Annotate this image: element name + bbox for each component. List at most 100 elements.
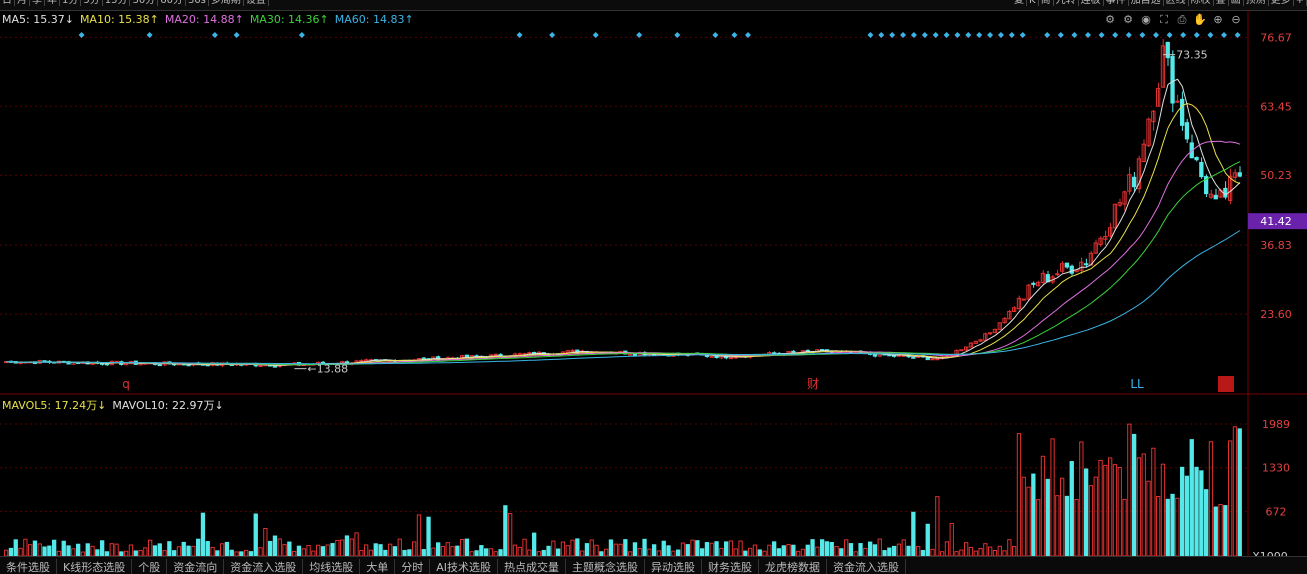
gear-icon[interactable]: ⚙	[1121, 13, 1135, 27]
period-button-0[interactable]: 日	[0, 0, 15, 6]
tool-button-11[interactable]: 预测	[1244, 0, 1269, 6]
chart-canvas[interactable]: 76.67 63.45 50.23 36.83 23.60 41.42 1989 1330 67…	[0, 10, 1307, 556]
tool-button-3[interactable]: 九转	[1054, 0, 1079, 6]
bottom-tabs: 条件选股 K线形态选股 个股 资金流向 资金流入选股 均线选股 大单 分时 AI技术选股 热点成交…	[0, 556, 1307, 574]
volume-bar	[426, 516, 431, 556]
hand-icon[interactable]: ✋	[1193, 13, 1207, 27]
volume-bar	[1136, 457, 1142, 556]
volume-bar	[714, 541, 719, 556]
tool-button-10[interactable]: 画	[1229, 0, 1244, 6]
tool-button-0[interactable]: 复	[1012, 0, 1028, 6]
volume-bar	[397, 538, 402, 556]
tool-button-7[interactable]: 区线	[1164, 0, 1189, 6]
volume-bar	[484, 548, 489, 556]
volume-bar	[61, 540, 66, 556]
price-ma-legend: MA5: 15.37↓ MA10: 15.38↑ MA20: 14.88↑ MA30:…	[2, 13, 420, 26]
volume-bar	[911, 511, 916, 556]
candle-body	[1165, 41, 1170, 59]
tool-button-8[interactable]: 除权	[1189, 0, 1214, 6]
period-button-5[interactable]: 5分	[81, 0, 103, 6]
print-icon[interactable]: ⎙	[1175, 13, 1189, 27]
volume-bar	[460, 539, 465, 556]
period-button-9[interactable]: 30s	[186, 0, 209, 6]
volume-bar	[440, 545, 446, 556]
period-button-6[interactable]: 15分	[103, 0, 131, 6]
bottom-tab-12[interactable]: 财务选股	[702, 559, 759, 574]
volume-bar	[604, 548, 609, 556]
bottom-tab-7[interactable]: 分时	[395, 559, 431, 574]
eye-icon[interactable]: ◉	[1139, 13, 1153, 27]
bottom-tab-11[interactable]: 异动选股	[645, 559, 702, 574]
price-tick-label: 50.23	[1260, 169, 1292, 182]
bottom-tab-14[interactable]: 资金流入选股	[827, 559, 906, 574]
volume-bar	[464, 538, 470, 556]
volume-bar	[863, 547, 868, 556]
period-button-3[interactable]: 年	[45, 0, 60, 6]
bottom-tab-13[interactable]: 龙虎榜数据	[759, 559, 827, 574]
zoom-in-icon[interactable]: ⊕	[1211, 13, 1225, 27]
volume-bar	[392, 546, 398, 556]
volume-bar	[1160, 463, 1166, 556]
volume-bar	[455, 545, 460, 556]
period-buttons: 日月季年 1分 5分 15分 30分 60分 30s 多周期 设置	[0, 0, 269, 10]
tool-button-9[interactable]: 叠	[1214, 0, 1229, 6]
signal-diamond	[943, 32, 950, 38]
fullscreen-icon[interactable]: ⛶	[1157, 13, 1171, 27]
volume-bar	[1141, 453, 1146, 556]
bottom-tab-10[interactable]: 主题概念选股	[566, 559, 645, 574]
candle-body	[709, 355, 714, 358]
tool-button-2[interactable]: 筒	[1039, 0, 1054, 6]
period-button-11[interactable]: 设置	[244, 0, 269, 6]
bottom-tab-4[interactable]: 资金流入选股	[224, 559, 304, 574]
bottom-tab-5[interactable]: 均线选股	[303, 559, 361, 574]
legend-ma60: MA60: 14.83↑	[334, 13, 414, 26]
volume-bar	[143, 547, 148, 556]
settings-icon[interactable]: ⚙	[1103, 13, 1117, 27]
volume-bar	[748, 547, 753, 556]
volume-bar	[772, 541, 777, 556]
volume-bar	[839, 548, 844, 556]
volume-bar	[220, 543, 225, 556]
candle-body	[1199, 161, 1204, 178]
bottom-tab-0[interactable]: 条件选股	[0, 559, 57, 574]
period-button-10[interactable]: 多周期	[209, 0, 244, 6]
volume-bar	[1103, 464, 1108, 556]
bottom-tab-3[interactable]: 资金流向	[167, 559, 225, 574]
volume-bar	[877, 538, 882, 556]
bottom-tab-1[interactable]: K线形态选股	[57, 559, 133, 574]
volume-bar	[253, 513, 258, 556]
period-button-4[interactable]: 1分	[60, 0, 82, 6]
tool-button-13[interactable]: +	[1294, 0, 1307, 6]
volume-bar	[320, 546, 326, 556]
candle-body	[911, 356, 916, 359]
candle-body	[258, 364, 263, 367]
volume-bar	[508, 513, 513, 556]
tool-button-4[interactable]: 连板	[1079, 0, 1104, 6]
bottom-tab-9[interactable]: 热点成交量	[498, 559, 566, 574]
volume-bar	[1021, 476, 1026, 556]
signal-diamond	[712, 32, 719, 38]
period-button-2[interactable]: 季	[30, 0, 45, 6]
ma30-line	[6, 161, 1241, 365]
tool-button-5[interactable]: 事件	[1104, 0, 1129, 6]
tool-button-1[interactable]: K	[1027, 0, 1039, 6]
volume-bar	[575, 538, 580, 556]
volume-bar	[767, 544, 772, 556]
volume-bar	[944, 541, 950, 556]
tool-button-6[interactable]: 加自选	[1129, 0, 1164, 6]
price-tick-label: 63.45	[1260, 100, 1292, 113]
tool-button-12[interactable]: 更多	[1269, 0, 1294, 6]
kline-chart[interactable]: 76.67 63.45 50.23 36.83 23.60 41.42 1989 1330 67…	[0, 10, 1307, 573]
candle-body	[791, 350, 796, 353]
volume-bar	[152, 545, 158, 556]
period-button-1[interactable]: 月	[15, 0, 30, 6]
bottom-tab-6[interactable]: 大单	[360, 559, 396, 574]
bottom-tab-8[interactable]: AI技术选股	[430, 559, 498, 574]
volume-bar	[916, 545, 921, 556]
period-button-7[interactable]: 30分	[130, 0, 159, 6]
zoom-out-icon[interactable]: ⊖	[1229, 13, 1243, 27]
bottom-tab-2[interactable]: 个股	[132, 559, 168, 574]
period-button-8[interactable]: 60分	[158, 0, 186, 6]
volume-bar	[335, 539, 340, 556]
volume-bar	[1007, 539, 1012, 556]
